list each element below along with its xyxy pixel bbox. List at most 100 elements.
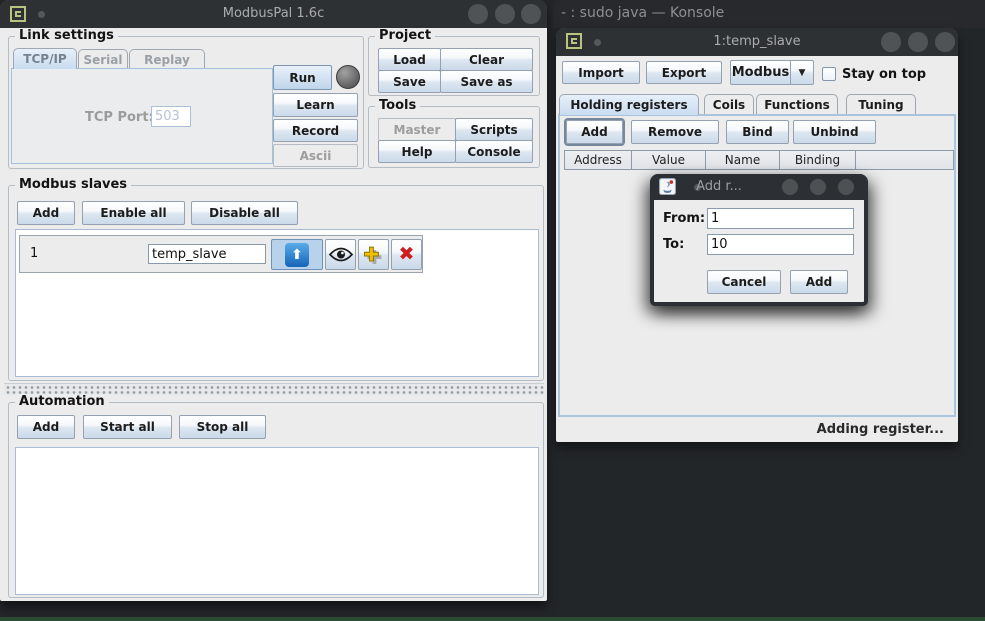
tab-replay[interactable]: Replay [129, 49, 205, 69]
header-address-label: Address [574, 153, 622, 167]
slave-add-button[interactable]: Add [17, 201, 75, 225]
slave-link-button[interactable]: ⬆ [271, 239, 323, 270]
slave-row: 1 ⬆ ✚ ✚ [19, 235, 423, 273]
table-header-empty[interactable] [855, 150, 954, 170]
main-titlebar[interactable]: ModbusPal 1.6c [0, 0, 547, 28]
disable-all-button[interactable]: Disable all [191, 201, 298, 225]
dialog-add-button[interactable]: Add [790, 270, 848, 294]
register-unbind-label: Unbind [810, 125, 858, 139]
header-name-label: Name [725, 153, 760, 167]
project-label: Project [375, 28, 435, 43]
slave-titlebar[interactable]: 1:temp_slave [556, 28, 958, 56]
help-button[interactable]: Help [378, 140, 456, 163]
enable-all-button[interactable]: Enable all [82, 201, 185, 225]
header-value-label: Value [652, 153, 685, 167]
run-button[interactable]: Run [273, 65, 332, 90]
dialog-cancel-button[interactable]: Cancel [707, 270, 781, 294]
maximize-button[interactable] [495, 4, 515, 24]
tcp-port-input[interactable] [151, 106, 191, 127]
console-label: Console [467, 145, 520, 159]
tab-tuning-label: Tuning [858, 98, 903, 112]
protocol-combobox[interactable]: Modbus ▼ [730, 60, 814, 85]
slave-close-button[interactable] [935, 32, 955, 52]
protocol-combobox-value: Modbus [731, 61, 790, 84]
desktop: - : sudo java — Konsole ModbusPal 1.6c L… [0, 0, 985, 621]
to-label: To: [663, 237, 684, 252]
run-status-led [336, 65, 360, 89]
close-button[interactable] [521, 4, 541, 24]
ascii-button[interactable]: Ascii [273, 144, 358, 167]
stay-on-top-label: Stay on top [842, 67, 926, 82]
automation-add-button[interactable]: Add [17, 415, 75, 439]
register-add-label: Add [581, 125, 607, 139]
save-label: Save [393, 75, 426, 89]
table-header-name[interactable]: Name [705, 150, 780, 170]
ascii-label: Ascii [300, 149, 332, 163]
tcpip-tab-panel: TCP Port: [11, 68, 273, 164]
slaves-list: 1 ⬆ ✚ ✚ [15, 229, 539, 377]
start-all-button[interactable]: Start all [83, 415, 172, 439]
from-input[interactable] [707, 208, 854, 229]
clear-button[interactable]: Clear [440, 48, 533, 71]
record-label: Record [292, 124, 339, 138]
tab-coils[interactable]: Coils [704, 94, 754, 114]
table-header-value[interactable]: Value [631, 150, 706, 170]
tab-serial[interactable]: Serial [78, 49, 128, 69]
delete-icon: ✖ [399, 245, 415, 264]
desktop-bottom-strip [0, 617, 985, 621]
register-add-button[interactable]: Add [566, 120, 623, 144]
dialog-minimize-button[interactable] [782, 179, 798, 195]
record-button[interactable]: Record [273, 119, 358, 142]
slave-delete-button[interactable]: ✖ [391, 239, 422, 270]
register-unbind-button[interactable]: Unbind [793, 120, 876, 144]
tab-tuning[interactable]: Tuning [846, 94, 916, 114]
to-input[interactable] [707, 234, 854, 255]
tab-tcpip[interactable]: TCP/IP [13, 48, 77, 69]
run-label: Run [289, 71, 315, 85]
stop-all-button[interactable]: Stop all [179, 415, 266, 439]
register-remove-button[interactable]: Remove [631, 120, 719, 144]
table-header-address[interactable]: Address [564, 150, 632, 170]
table-header-binding[interactable]: Binding [779, 150, 856, 170]
learn-label: Learn [296, 98, 334, 112]
console-button[interactable]: Console [455, 140, 533, 163]
dialog-close-button[interactable] [838, 179, 854, 195]
slave-id: 1 [30, 246, 38, 261]
save-as-label: Save as [460, 75, 512, 89]
header-binding-label: Binding [795, 153, 840, 167]
save-button[interactable]: Save [378, 70, 441, 93]
save-as-button[interactable]: Save as [440, 70, 533, 93]
tab-serial-label: Serial [83, 53, 122, 67]
export-label: Export [662, 66, 706, 80]
automation-add-label: Add [33, 420, 59, 434]
load-button[interactable]: Load [378, 48, 441, 71]
eye-icon [329, 247, 353, 262]
modbus-slaves-group: Modbus slaves Add Enable all Disable all… [8, 185, 544, 381]
tab-holding-registers[interactable]: Holding registers [559, 94, 699, 115]
start-all-label: Start all [100, 420, 155, 434]
dialog-titlebar[interactable]: Add r... [650, 174, 868, 200]
tab-functions[interactable]: Functions [756, 94, 838, 114]
slave-add-label: Add [33, 206, 59, 220]
status-text: Adding register... [817, 422, 944, 437]
konsole-titlebar[interactable]: - : sudo java — Konsole [553, 0, 985, 28]
slave-eye-button[interactable] [325, 239, 356, 270]
slave-minimize-button[interactable] [881, 32, 901, 52]
slave-duplicate-button[interactable]: ✚ ✚ [358, 239, 389, 270]
konsole-title: - : sudo java — Konsole [561, 5, 724, 21]
automation-list [15, 447, 539, 595]
learn-button[interactable]: Learn [273, 93, 358, 117]
modbuspal-main-window: ModbusPal 1.6c Link settings TCP/IP Seri… [0, 0, 547, 601]
main-window-title: ModbusPal 1.6c [0, 0, 547, 28]
import-button[interactable]: Import [562, 61, 640, 84]
scripts-button[interactable]: Scripts [455, 118, 533, 141]
tools-group: Tools Master Scripts Help Console [368, 106, 540, 168]
dialog-maximize-button[interactable] [810, 179, 826, 195]
slave-name-input[interactable] [148, 244, 266, 264]
slave-maximize-button[interactable] [908, 32, 928, 52]
export-button[interactable]: Export [646, 61, 722, 84]
stay-on-top-checkbox[interactable] [822, 67, 836, 81]
register-bind-button[interactable]: Bind [726, 120, 789, 144]
master-button[interactable]: Master [378, 118, 456, 141]
minimize-button[interactable] [468, 4, 488, 24]
